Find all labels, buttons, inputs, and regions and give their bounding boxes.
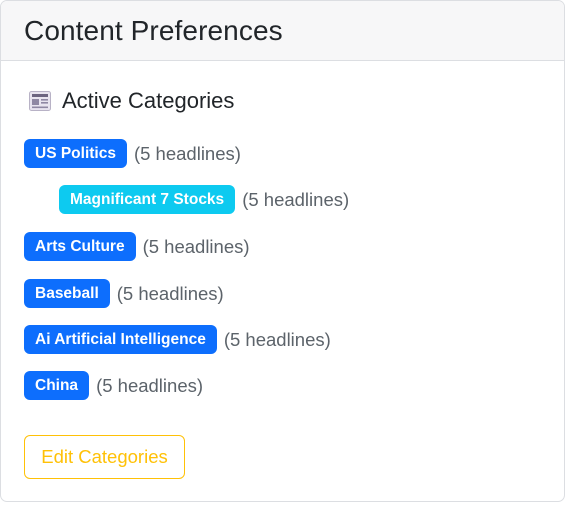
category-badge: Magnificant 7 Stocks (59, 185, 236, 214)
category-count: (5 headlines) (242, 188, 350, 210)
category-count: (5 headlines) (142, 235, 250, 257)
newspaper-icon (29, 91, 51, 111)
category-count: (5 headlines) (223, 328, 331, 350)
category-row: Arts Culture (5 headlines) (24, 232, 250, 261)
category-row: US Politics (5 headlines) (24, 139, 241, 168)
category-count: (5 headlines) (116, 282, 224, 304)
category-badge: China (24, 371, 90, 400)
category-badge: Arts Culture (24, 232, 136, 261)
category-badge: Ai Artificial Intelligence (24, 325, 217, 354)
section-title: Active Categories (62, 88, 235, 113)
category-badge: US Politics (24, 139, 127, 168)
category-count: (5 headlines) (96, 374, 204, 396)
edit-categories-button[interactable]: Edit Categories (24, 435, 185, 479)
category-row: Ai Artificial Intelligence (5 headlines) (24, 325, 331, 354)
category-row: Magnificant 7 Stocks (5 headlines) (59, 185, 349, 214)
card-header: Content Preferences (1, 1, 564, 61)
page-title: Content Preferences (24, 14, 283, 46)
category-row: China (5 headlines) (24, 371, 203, 400)
section-heading: Active Categories (29, 88, 234, 114)
category-row: Baseball (5 headlines) (24, 279, 224, 308)
category-count: (5 headlines) (133, 142, 241, 164)
content-preferences-card: Content Preferences Active Categories US… (0, 0, 565, 502)
category-badge: Baseball (24, 279, 110, 308)
